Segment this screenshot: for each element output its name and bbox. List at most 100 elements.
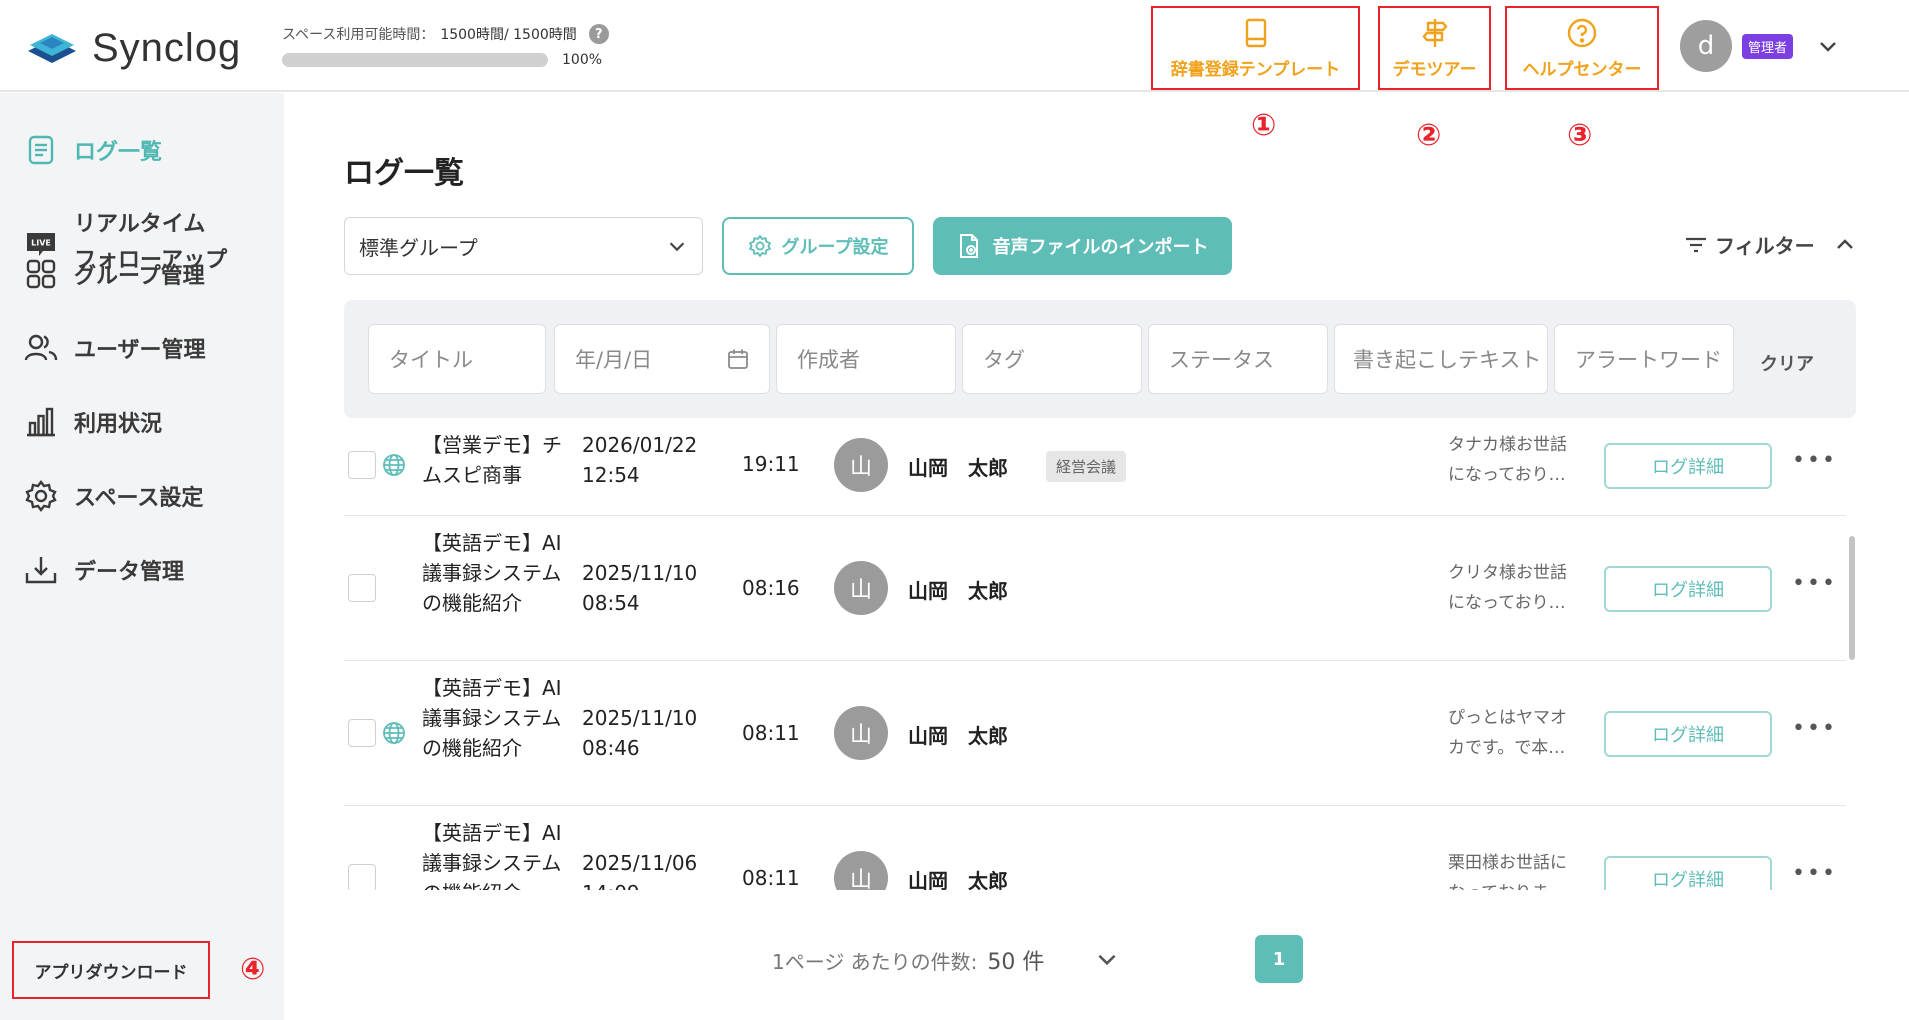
app-logo[interactable]: Synclog: [24, 26, 241, 71]
group-settings-label: グループ設定: [781, 237, 889, 258]
log-detail-button[interactable]: ログ詳細: [1604, 566, 1772, 612]
group-select-value: 標準グループ: [359, 235, 478, 260]
group-settings-button[interactable]: グループ設定: [722, 217, 914, 275]
chevron-down-icon[interactable]: [1816, 34, 1840, 58]
author-avatar: 山: [834, 438, 888, 492]
filter-toggle[interactable]: フィルター: [1685, 230, 1857, 259]
help-center-label: ヘルプセンター: [1522, 59, 1642, 80]
author-avatar: 山: [834, 561, 888, 615]
log-detail-button[interactable]: ログ詳細: [1604, 856, 1772, 890]
synclog-logo-icon: [28, 33, 76, 63]
question-icon[interactable]: ?: [588, 24, 609, 44]
filter-title-input[interactable]: タイトル: [368, 324, 546, 394]
help-circle-icon: [1567, 18, 1597, 47]
row-checkbox[interactable]: [348, 574, 376, 602]
gear-icon: [748, 234, 771, 258]
live-icon: LIVE: [27, 233, 55, 256]
row-duration: 19:11: [742, 452, 800, 476]
row-title: 【英語デモ】AI議事録システムの機能紹介: [422, 676, 562, 760]
sidebar-item-usage[interactable]: 利用状況: [24, 405, 162, 439]
filter-status-input[interactable]: ステータス: [1148, 324, 1328, 394]
per-page-value: 50 件: [987, 950, 1045, 975]
callout-1: ①: [1251, 108, 1277, 143]
per-page-label: 1ページ あたりの件数:: [772, 949, 978, 974]
sidebar-item-space-settings[interactable]: スペース設定: [24, 479, 203, 513]
more-options-icon[interactable]: •••: [1792, 861, 1837, 886]
row-duration: 08:16: [742, 576, 800, 600]
usage-panel: スペース利用可能時間： 1500時間/ 1500時間 ? 100%: [282, 24, 609, 68]
log-detail-button[interactable]: ログ詳細: [1604, 443, 1772, 489]
row-title: 【営業デモ】チムスピ商事: [422, 433, 562, 487]
page-button-current[interactable]: 1: [1255, 935, 1303, 983]
help-center-button[interactable]: ヘルプセンター: [1505, 6, 1659, 90]
table-scrollbar[interactable]: [1849, 536, 1855, 660]
filter-alert-input[interactable]: アラートワード: [1554, 324, 1734, 394]
row-author: 山岡 太郎: [908, 456, 1008, 480]
row-author: 山岡 太郎: [908, 869, 1008, 890]
chevron-up-icon: [1836, 238, 1853, 249]
table-row[interactable]: 【営業デモ】チムスピ商事 2026/01/22 12:54 19:11 山 山岡 …: [344, 420, 1846, 516]
table-row[interactable]: 【英語デモ】AI議事録システムの機能紹介 2025/11/10 08:54 08:…: [344, 516, 1846, 661]
import-audio-label: 音声ファイルのインポート: [992, 237, 1209, 258]
globe-icon: [383, 454, 405, 476]
globe-icon: [383, 722, 405, 744]
row-checkbox[interactable]: [348, 719, 376, 747]
row-snippet: タナカ様お世話になっており…: [1448, 435, 1567, 485]
callout-2: ②: [1416, 118, 1442, 153]
group-select[interactable]: 標準グループ: [344, 217, 703, 275]
row-snippet: ぴっとはヤマオカです。で本…: [1448, 708, 1567, 758]
row-author: 山岡 太郎: [908, 724, 1008, 748]
demo-tour-label: デモツアー: [1392, 59, 1477, 80]
row-date: 2025/11/06: [582, 851, 698, 875]
chevron-down-icon[interactable]: [1094, 946, 1120, 972]
filter-panel: タイトル 年/月/日 作成者 タグ ステータス 書き起こしテキスト アラートワー…: [344, 300, 1856, 418]
table-row[interactable]: 【英語デモ】AI議事録システムの機能紹介 2025/11/10 08:46 08:…: [344, 661, 1846, 806]
more-options-icon[interactable]: •••: [1792, 716, 1837, 741]
row-checkbox[interactable]: [348, 451, 376, 479]
per-page-select[interactable]: 1ページ あたりの件数: 50 件: [772, 944, 1044, 976]
usage-label: スペース利用可能時間：: [282, 27, 435, 43]
usage-progress-bar: [282, 53, 548, 67]
svg-text:LIVE: LIVE: [31, 239, 51, 248]
dictionary-template-button[interactable]: 辞書登録テンプレート: [1151, 6, 1360, 90]
chevron-down-icon: [669, 242, 685, 252]
sidebar-item-data[interactable]: データ管理: [24, 553, 184, 587]
more-options-icon[interactable]: •••: [1792, 571, 1837, 596]
filter-tag-input[interactable]: タグ: [962, 324, 1142, 394]
sidebar-item-users[interactable]: ユーザー管理: [24, 331, 206, 365]
row-time: 12:54: [582, 463, 640, 487]
row-snippet: 栗田様お世話になっておりま…: [1448, 853, 1567, 890]
app-download-link[interactable]: アプリダウンロード: [12, 941, 210, 999]
app-name: Synclog: [92, 26, 242, 70]
demo-tour-button[interactable]: デモツアー: [1378, 6, 1491, 90]
table-row[interactable]: 【英語デモ】AI議事録システムの機能紹介 2025/11/06 14:09 08:…: [344, 806, 1846, 890]
top-header: Synclog スペース利用可能時間： 1500時間/ 1500時間 ? 100…: [0, 0, 1909, 92]
author-avatar: 山: [834, 851, 888, 890]
user-avatar[interactable]: d: [1680, 20, 1732, 72]
calendar-icon: [728, 349, 748, 369]
sidebar-item-label: ユーザー管理: [74, 338, 206, 363]
filter-clear-button[interactable]: クリア: [1760, 350, 1814, 376]
file-upload-icon: [959, 234, 978, 258]
row-time: 08:54: [582, 591, 640, 615]
dictionary-template-label: 辞書登録テンプレート: [1170, 59, 1341, 80]
filter-date-input[interactable]: 年/月/日: [554, 324, 770, 394]
filter-author-input[interactable]: 作成者: [776, 324, 956, 394]
sidebar-item-groups[interactable]: グループ管理: [24, 257, 205, 291]
sidebar-item-label: リアルタイム: [74, 212, 206, 237]
usage-percent: 100%: [562, 52, 603, 68]
row-duration: 08:11: [742, 721, 800, 745]
users-icon: [24, 334, 58, 361]
import-audio-button[interactable]: 音声ファイルのインポート: [933, 217, 1232, 275]
grid-icon: [26, 259, 56, 289]
sidebar-item-logs[interactable]: ログ一覧: [24, 133, 162, 167]
row-checkbox[interactable]: [348, 864, 376, 890]
sidebar-item-label: 利用状況: [74, 412, 163, 437]
row-snippet: クリタ様お世話になっており…: [1448, 563, 1567, 613]
row-date: 2025/11/10: [582, 706, 698, 730]
row-duration: 08:11: [742, 866, 800, 890]
download-tray-icon: [25, 557, 57, 584]
filter-transcript-input[interactable]: 書き起こしテキスト: [1334, 324, 1548, 394]
log-detail-button[interactable]: ログ詳細: [1604, 711, 1772, 757]
more-options-icon[interactable]: •••: [1792, 448, 1837, 473]
